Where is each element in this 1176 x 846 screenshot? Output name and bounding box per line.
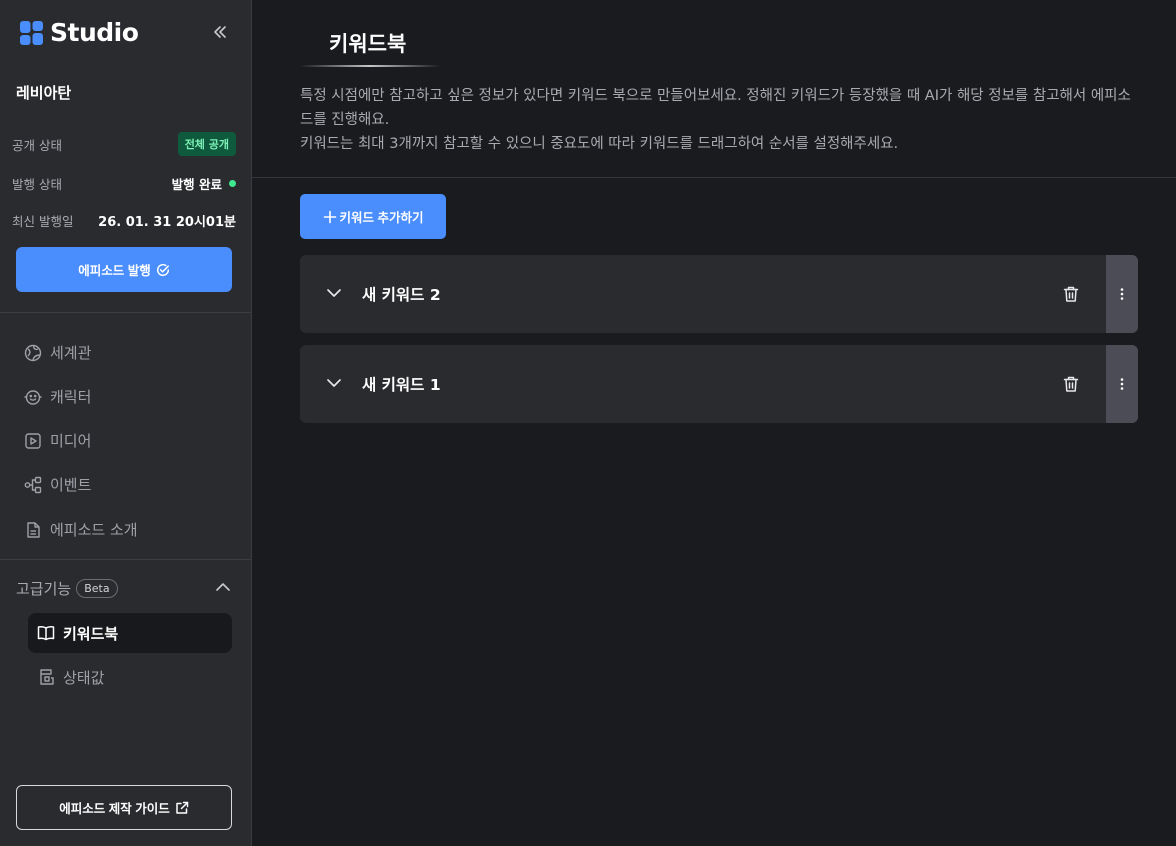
check-circle-icon	[156, 263, 169, 276]
beta-badge: Beta	[76, 578, 118, 598]
add-keyword-button[interactable]: 키워드 추가하기	[300, 194, 446, 239]
sidebar-divider	[0, 312, 251, 313]
publish-episode-button[interactable]: 에피소드 발행	[16, 247, 232, 292]
last-published-label: 최신 발행일	[12, 214, 74, 229]
sidebar-divider	[0, 559, 251, 560]
trash-icon[interactable]	[1062, 375, 1080, 393]
guide-button-label: 에피소드 제작 가이드	[59, 802, 170, 816]
chevron-down-icon[interactable]	[324, 373, 344, 393]
page-description: 특정 시점에만 참고하고 싶은 정보가 있다면 키워드 북으로 만들어보세요. …	[300, 84, 1140, 156]
page-title: 키워드북	[329, 32, 407, 56]
title-underline	[300, 65, 440, 67]
external-link-icon	[175, 801, 188, 814]
publish-button-label: 에피소드 발행	[78, 264, 151, 278]
advanced-label: 고급기능	[16, 579, 72, 598]
sidebar-item-media[interactable]: 미디어	[24, 430, 91, 451]
sidebar-item-keywordbook[interactable]: 키워드북	[28, 613, 232, 653]
sidebar-item-label: 에피소드 소개	[50, 521, 138, 539]
event-icon	[24, 476, 42, 493]
world-icon	[24, 344, 42, 361]
studio-logo[interactable]: Studio	[20, 18, 139, 47]
sidebar-item-status[interactable]: 상태값	[28, 657, 232, 697]
drag-handle[interactable]	[1106, 345, 1138, 423]
sidebar-item-label: 이벤트	[50, 476, 92, 494]
character-icon	[24, 389, 42, 405]
status-dot	[229, 180, 236, 187]
project-name: 레비아탄	[16, 84, 72, 102]
collapse-sidebar-icon[interactable]	[210, 22, 230, 42]
sidebar-item-label: 상태값	[63, 668, 105, 687]
more-vertical-icon	[1120, 378, 1124, 390]
chevron-down-icon[interactable]	[324, 283, 344, 303]
last-published-value: 26. 01. 31 20시01분	[98, 215, 236, 230]
keyword-card[interactable]: 새 키워드 1	[300, 345, 1138, 423]
keyword-card[interactable]: 새 키워드 2	[300, 255, 1138, 333]
publish-state-row: 발행 상태 발행 완료	[12, 174, 236, 193]
keyword-title: 새 키워드 1	[362, 376, 441, 394]
sidebar-item-label: 캐릭터	[50, 388, 92, 406]
book-icon	[37, 626, 55, 641]
keyword-title: 새 키워드 2	[362, 286, 441, 304]
visibility-label: 공개 상태	[12, 137, 62, 153]
chevron-up-icon	[216, 583, 230, 591]
sidebar-item-world[interactable]: 세계관	[24, 342, 91, 363]
sidebar-item-label: 키워드북	[63, 624, 119, 643]
logo-icon	[20, 20, 43, 45]
sidebar-item-episode-intro[interactable]: 에피소드 소개	[24, 519, 138, 540]
publish-state-label: 발행 상태	[12, 177, 62, 192]
visibility-row: 공개 상태 전체 공개	[12, 132, 236, 156]
sidebar-item-character[interactable]: 캐릭터	[24, 386, 91, 407]
sidebar-item-label: 세계관	[50, 344, 92, 362]
description-line: 특정 시점에만 참고하고 싶은 정보가 있다면 키워드 북으로 만들어보세요. …	[300, 88, 1131, 128]
status-icon	[40, 669, 54, 685]
document-icon	[27, 521, 40, 538]
sidebar: Studio 레비아탄 공개 상태 전체 공개 발행 상태 발행 완료 최신 발…	[0, 0, 252, 846]
description-line: 키워드는 최대 3개까지 참고할 수 있으니 중요도에 따라 키워드를 드래그하…	[300, 136, 899, 152]
app-name: Studio	[50, 18, 139, 47]
sidebar-item-label: 미디어	[50, 432, 92, 450]
publish-state-value: 발행 완료	[172, 174, 236, 193]
last-published-row: 최신 발행일 26. 01. 31 20시01분	[12, 211, 236, 230]
publish-state-text: 발행 완료	[171, 177, 222, 192]
drag-handle[interactable]	[1106, 255, 1138, 333]
add-keyword-label: 키워드 추가하기	[339, 211, 424, 225]
sidebar-item-event[interactable]: 이벤트	[24, 474, 91, 495]
more-vertical-icon	[1120, 288, 1124, 300]
episode-guide-button[interactable]: 에피소드 제작 가이드	[16, 785, 232, 830]
advanced-section-toggle[interactable]: 고급기능 Beta	[16, 576, 232, 600]
media-icon	[25, 432, 41, 449]
visibility-badge: 전체 공개	[177, 132, 236, 156]
trash-icon[interactable]	[1062, 285, 1080, 303]
plus-icon	[323, 210, 336, 223]
main-divider	[252, 177, 1176, 178]
